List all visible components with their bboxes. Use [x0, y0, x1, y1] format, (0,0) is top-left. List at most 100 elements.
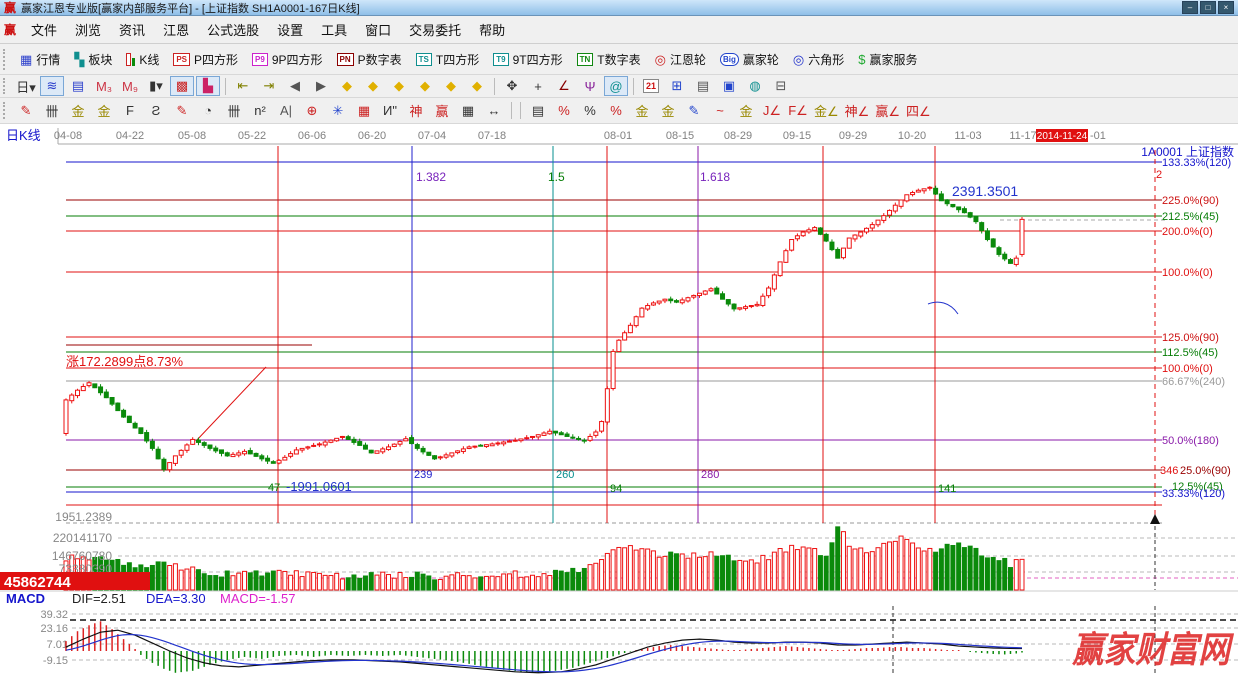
volume-bar — [266, 573, 270, 590]
menu-窗口[interactable]: 窗口 — [356, 17, 400, 42]
ying-tool[interactable]: 赢 — [430, 101, 454, 121]
menu-文件[interactable]: 文件 — [22, 17, 66, 42]
wave-red-tool[interactable]: ~ — [708, 101, 732, 121]
width-measure-tool[interactable]: ↔ — [482, 101, 506, 121]
last-bar-button[interactable]: ⇥ — [257, 76, 281, 96]
f-angle-tool[interactable]: F∠ — [786, 101, 810, 121]
menu-江恩[interactable]: 江恩 — [154, 17, 198, 42]
gold-circle-tool[interactable]: 金 — [630, 101, 654, 121]
volume-bar — [824, 556, 828, 590]
calculator-button[interactable]: ⊞ — [665, 76, 689, 96]
diamond-expand-button[interactable]: ◆ — [465, 76, 489, 96]
volume-bar — [542, 574, 546, 590]
spiral-shape-tool[interactable]: Ƨ — [144, 101, 168, 121]
t-number-table-button[interactable]: TNT数字表 — [570, 48, 648, 71]
notes-button[interactable]: ▤ — [691, 76, 715, 96]
diamond-compress-button[interactable]: ◆ — [439, 76, 463, 96]
winner-wheel-button[interactable]: Big赢家轮 — [713, 48, 786, 71]
menu-帮助[interactable]: 帮助 — [470, 17, 514, 42]
percent-line-tool[interactable]: % — [604, 101, 628, 121]
menu-浏览[interactable]: 浏览 — [66, 17, 110, 42]
candle-body — [300, 448, 304, 450]
calendar-21-button[interactable]: 21 — [639, 76, 663, 96]
percent-plain-tool[interactable]: % — [578, 101, 602, 121]
gold-ratio-tool-2[interactable]: 金 — [92, 101, 116, 121]
percent-red-tool[interactable]: % — [552, 101, 576, 121]
scale-percent-tool[interactable]: ▤ — [526, 101, 550, 121]
hand-tool-button[interactable]: ✥ — [500, 76, 524, 96]
crosshair-tool-button[interactable]: + — [526, 76, 550, 96]
save-button[interactable]: ▣ — [717, 76, 741, 96]
kline-button[interactable]: K线 — [119, 48, 166, 71]
grid-target-tool[interactable]: ▦ — [352, 101, 376, 121]
comb2-tool[interactable]: 卌 — [222, 101, 246, 121]
chart-canvas[interactable]: 日K线04-0804-2205-0805-2206-0606-2007-0407… — [0, 126, 1238, 678]
menu-公式选股[interactable]: 公式选股 — [198, 17, 268, 42]
quotes-button[interactable]: ▦行情 — [13, 48, 67, 71]
red-grid-icon[interactable]: ▩ — [170, 76, 194, 96]
volume-bar — [594, 563, 598, 590]
menu-资讯[interactable]: 资讯 — [110, 17, 154, 42]
menu-工具[interactable]: 工具 — [312, 17, 356, 42]
diamond-step-left-button[interactable]: ◆ — [335, 76, 359, 96]
comb-lines-tool[interactable]: 卌 — [40, 101, 64, 121]
winner-service-button[interactable]: $赢家服务 — [851, 48, 924, 71]
gann-wheel-button[interactable]: ◎江恩轮 — [648, 48, 713, 71]
minimize-button[interactable]: – — [1182, 1, 1198, 14]
zigzag-chart-icon[interactable]: ≋ — [40, 76, 64, 96]
hexagon-button[interactable]: ◎六角形 — [786, 48, 851, 71]
si-angle-tool[interactable]: 四∠ — [904, 101, 933, 121]
menu-设置[interactable]: 设置 — [268, 17, 312, 42]
candle-style-dropdown[interactable]: ▮▾ — [144, 76, 168, 96]
f-grid-tool[interactable]: F — [118, 101, 142, 121]
gold-line-tool[interactable]: 金 — [656, 101, 680, 121]
9t-square-button[interactable]: T99T四方形 — [486, 48, 569, 71]
candle-body — [980, 223, 984, 231]
j-angle-tool[interactable]: J∠ — [760, 101, 784, 121]
ying-angle-tool[interactable]: 赢∠ — [873, 101, 902, 121]
gold-red-line-tool[interactable]: 金 — [734, 101, 758, 121]
9p-square-button[interactable]: P99P四方形 — [245, 48, 329, 71]
date-tick-label: 05-08 — [178, 130, 206, 142]
t-square-button[interactable]: TST四方形 — [409, 48, 487, 71]
diamond-split-button[interactable]: ◆ — [387, 76, 411, 96]
fork-tool-button[interactable]: Ψ — [578, 76, 602, 96]
candle-body — [173, 456, 177, 464]
close-button[interactable]: × — [1218, 1, 1234, 14]
quote-mark-tool[interactable]: И" — [378, 101, 402, 121]
kline-period-dropdown[interactable]: 日▾ — [14, 76, 38, 96]
diamond-step-right-button[interactable]: ◆ — [361, 76, 385, 96]
blocks-button[interactable]: ▚板块 — [67, 48, 119, 71]
t-square-button-label: T四方形 — [436, 51, 479, 68]
a-mirror-tool[interactable]: A| — [274, 101, 298, 121]
draw-pen-tool[interactable]: ✎ — [14, 101, 38, 121]
target-tool[interactable]: ⊕ — [300, 101, 324, 121]
diamond-cross-button[interactable]: ◆ — [413, 76, 437, 96]
grid-123-tool[interactable]: ▦ — [456, 101, 480, 121]
next-bar-button[interactable]: ▶ — [309, 76, 333, 96]
angle-tool-button[interactable]: ∠ — [552, 76, 576, 96]
spiral-tool-button[interactable]: @ — [604, 76, 628, 96]
first-bar-button[interactable]: ⇤ — [231, 76, 255, 96]
volume-profile-icon[interactable]: ▙ — [196, 76, 220, 96]
shen-tool[interactable]: 神 — [404, 101, 428, 121]
candle-body — [957, 207, 961, 210]
maximize-button[interactable]: □ — [1200, 1, 1216, 14]
p-square-button[interactable]: PSP四方形 — [166, 48, 245, 71]
pen-mark-tool[interactable]: ✎ — [682, 101, 706, 121]
n-square-tool[interactable]: n² — [248, 101, 272, 121]
gold-ratio-tool-1[interactable]: 金 — [66, 101, 90, 121]
star-burst-tool[interactable]: ✳ — [326, 101, 350, 121]
red-pen-tool[interactable]: ✎ — [170, 101, 194, 121]
p-number-table-button[interactable]: PNP数字表 — [330, 48, 409, 71]
wave-9-icon[interactable]: M₉ — [118, 76, 142, 96]
shen-angle-tool[interactable]: 神∠ — [843, 101, 872, 121]
wave-3-icon[interactable]: M₃ — [92, 76, 116, 96]
info-document-icon[interactable]: ▤ — [66, 76, 90, 96]
clock-cycle-tool[interactable]: ◔ — [196, 101, 220, 121]
gold-angle-tool[interactable]: 金∠ — [812, 101, 841, 121]
prev-bar-button[interactable]: ◀ — [283, 76, 307, 96]
menu-交易委托[interactable]: 交易委托 — [400, 17, 470, 42]
remote-button[interactable]: ⊟ — [769, 76, 793, 96]
network-button[interactable]: ◍ — [743, 76, 767, 96]
